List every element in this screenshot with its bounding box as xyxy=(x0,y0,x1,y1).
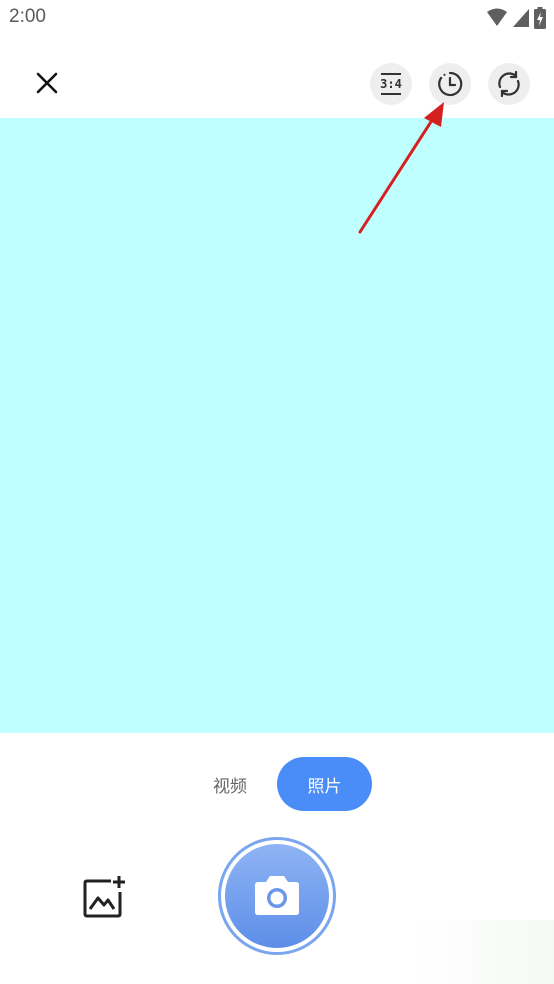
status-time: 2:00 xyxy=(9,6,46,27)
gallery-button[interactable] xyxy=(80,874,128,920)
top-toolbar: 3:4 xyxy=(0,50,554,118)
shutter-inner xyxy=(225,844,329,948)
timer-icon xyxy=(438,71,463,97)
mode-video-tab[interactable]: 视频 xyxy=(205,757,255,811)
signal-icon xyxy=(513,9,529,27)
aspect-ratio-label: 3:4 xyxy=(380,77,402,91)
wifi-icon xyxy=(487,8,507,26)
close-button[interactable] xyxy=(30,66,64,100)
timer-button[interactable] xyxy=(429,63,471,105)
corner-overlay xyxy=(410,920,554,984)
add-image-icon xyxy=(83,876,125,918)
battery-charging-icon xyxy=(534,7,546,29)
close-icon xyxy=(36,72,58,94)
flip-camera-icon xyxy=(498,70,520,98)
aspect-ratio-button[interactable]: 3:4 xyxy=(370,63,412,105)
mode-photo-tab[interactable]: 照片 xyxy=(277,757,372,811)
status-bar: 2:00 xyxy=(0,0,554,38)
mode-switcher: 视频 照片 xyxy=(0,757,554,811)
camera-icon xyxy=(255,876,299,915)
status-icons xyxy=(486,7,546,29)
shutter-button[interactable] xyxy=(218,837,336,955)
flip-camera-button[interactable] xyxy=(488,63,530,105)
camera-screen: 2:00 3:4 视频 照片 xyxy=(0,0,554,984)
camera-viewfinder[interactable] xyxy=(0,118,554,733)
